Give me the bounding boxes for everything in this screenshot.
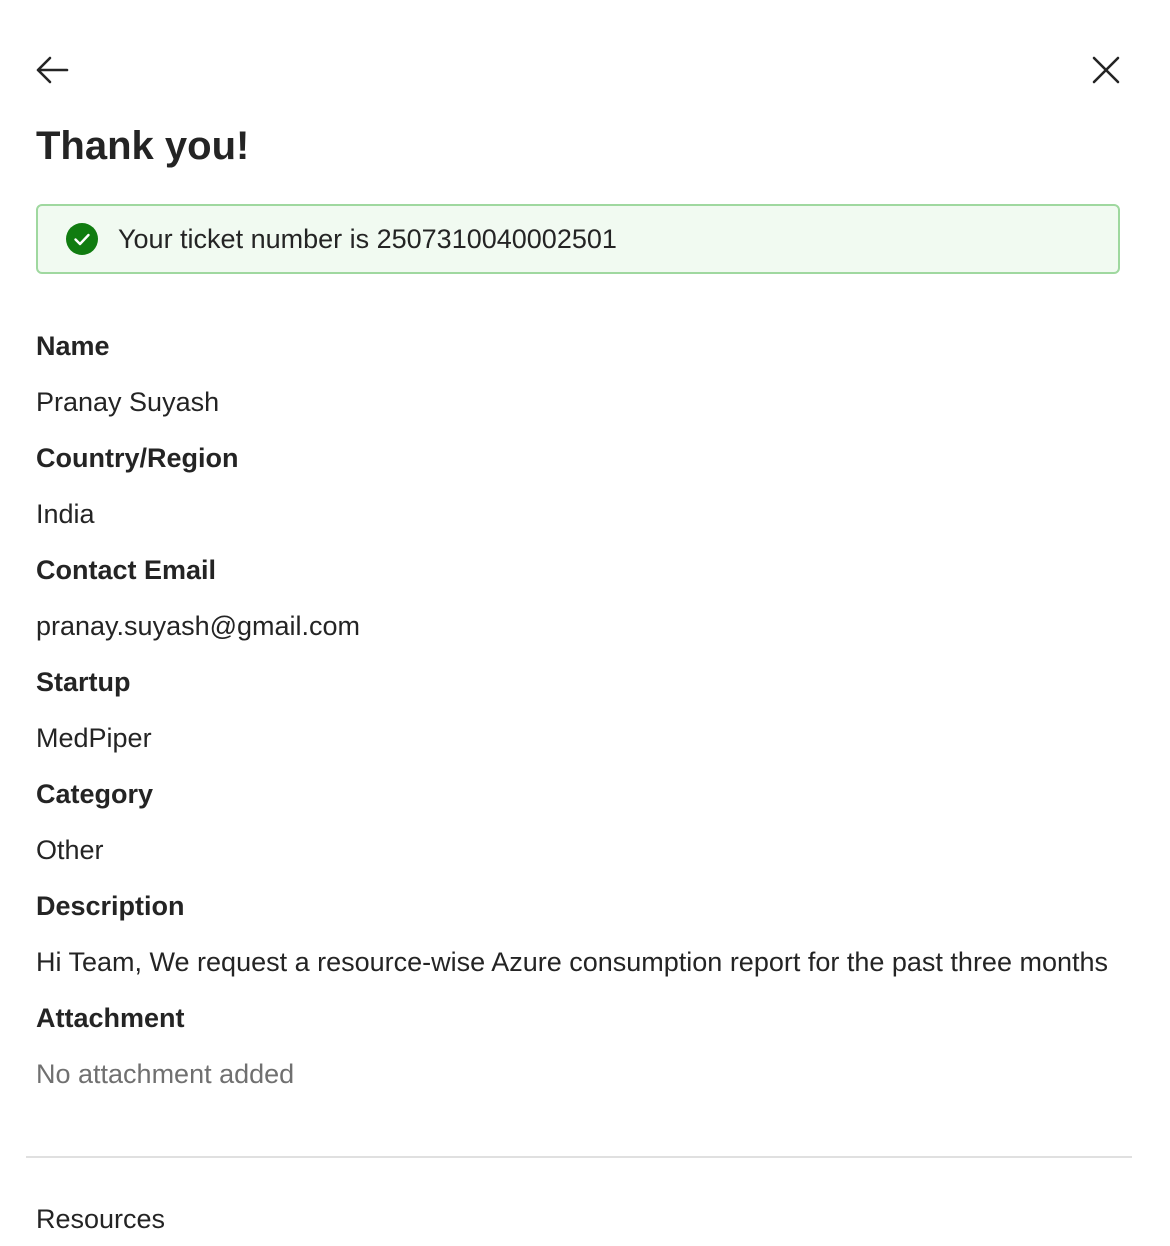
name-value: Pranay Suyash xyxy=(36,387,220,417)
attachment-label: Attachment xyxy=(36,1003,185,1033)
ticket-number-text: Your ticket number is 2507310040002501 xyxy=(118,223,617,254)
page-title: Thank you! xyxy=(36,124,250,168)
category-label: Category xyxy=(36,779,154,809)
resources-section-label[interactable]: Resources xyxy=(36,1199,165,1239)
close-button[interactable] xyxy=(1084,48,1128,92)
name-label: Name xyxy=(36,331,110,361)
divider xyxy=(26,1156,1132,1158)
email-value: pranay.suyash@gmail.com xyxy=(36,611,361,641)
attachment-value: No attachment added xyxy=(36,1059,295,1089)
category-value: Other xyxy=(36,835,104,865)
back-button[interactable] xyxy=(30,48,74,92)
description-label: Description xyxy=(36,891,185,921)
startup-value: MedPiper xyxy=(36,723,152,753)
description-value: Hi Team, We request a resource-wise Azur… xyxy=(36,947,1109,977)
ticket-details: Name Pranay Suyash Country/Region India … xyxy=(36,318,1126,1094)
ticket-confirmation-panel: Thank you! Your ticket number is 2507310… xyxy=(0,0,1170,1246)
close-icon xyxy=(1092,56,1120,84)
arrow-left-icon xyxy=(36,56,69,84)
success-banner: Your ticket number is 2507310040002501 xyxy=(36,204,1120,274)
startup-label: Startup xyxy=(36,667,131,697)
country-value: India xyxy=(36,499,95,529)
checkmark-circle-icon xyxy=(66,223,98,255)
email-label: Contact Email xyxy=(36,555,217,585)
country-label: Country/Region xyxy=(36,443,239,473)
